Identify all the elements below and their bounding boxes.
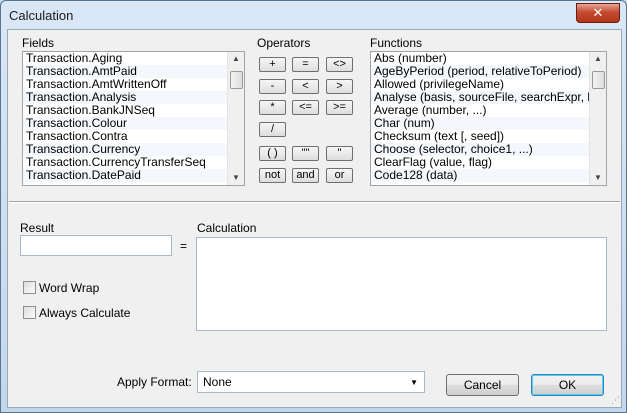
resize-grip-icon[interactable]: ⋰ — [608, 394, 620, 406]
operator-button[interactable]: <> — [326, 57, 353, 72]
word-wrap-label[interactable]: Word Wrap — [39, 281, 99, 295]
operator-button[interactable]: > — [326, 79, 353, 94]
dialog-title: Calculation — [9, 8, 74, 23]
functions-list-item[interactable]: Average (number, ...) — [371, 104, 589, 117]
functions-list-item[interactable]: Checksum (text [, seed]) — [371, 130, 589, 143]
operator-button[interactable]: - — [259, 79, 286, 94]
dialog-client-area: Fields Transaction.Aging Transaction.AmtP… — [7, 29, 622, 408]
scroll-thumb[interactable] — [230, 71, 243, 89]
operator-button[interactable]: / — [259, 122, 286, 137]
operator-button[interactable]: ( ) — [259, 146, 286, 161]
close-icon: ✕ — [592, 5, 604, 20]
operators-label: Operators — [257, 36, 311, 50]
fields-list-item[interactable]: Transaction.Aging — [23, 52, 227, 65]
operator-button[interactable]: not — [259, 168, 286, 183]
functions-label: Functions — [370, 36, 423, 50]
operator-button[interactable]: + — [259, 57, 286, 72]
calculation-label: Calculation — [197, 221, 257, 235]
scroll-thumb[interactable] — [592, 71, 605, 89]
scroll-up-arrow-icon[interactable]: ▲ — [590, 52, 606, 66]
scroll-up-arrow-icon[interactable]: ▲ — [228, 52, 244, 66]
word-wrap-checkbox[interactable] — [23, 281, 36, 294]
fields-list-item[interactable]: Transaction.AmtWrittenOff — [23, 78, 227, 91]
cancel-button[interactable]: Cancel — [446, 374, 519, 396]
scroll-down-arrow-icon[interactable]: ▼ — [228, 171, 244, 185]
fields-list-item[interactable]: Transaction.Colour — [23, 117, 227, 130]
equals-sign: = — [180, 239, 188, 253]
title-bar[interactable]: Calculation ✕ — [1, 1, 626, 29]
result-input[interactable] — [20, 235, 172, 256]
section-divider — [9, 201, 620, 203]
operator-button[interactable]: "" — [292, 146, 319, 161]
fields-rows: Transaction.Aging Transaction.AmtPaid Tran… — [23, 52, 227, 182]
close-button[interactable]: ✕ — [576, 3, 620, 23]
scroll-down-arrow-icon[interactable]: ▼ — [590, 171, 606, 185]
operator-button[interactable]: = — [292, 57, 319, 72]
fields-list-item[interactable]: Transaction.Contra — [23, 130, 227, 143]
operator-button[interactable]: * — [259, 100, 286, 115]
calculation-textarea[interactable] — [196, 237, 607, 331]
apply-format-select[interactable]: None ▼ — [197, 371, 425, 393]
chevron-down-icon: ▼ — [410, 378, 418, 387]
operator-button[interactable]: >= — [326, 100, 353, 115]
result-label: Result — [20, 221, 55, 235]
fields-scrollbar[interactable]: ▲ ▼ — [227, 52, 244, 185]
operator-button[interactable]: and — [292, 168, 319, 183]
operator-button[interactable]: <= — [292, 100, 319, 115]
fields-label: Fields — [22, 36, 55, 50]
operator-button[interactable]: " — [326, 146, 353, 161]
fields-list-item[interactable]: Transaction.Currency — [23, 143, 227, 156]
functions-rows: Abs (number) AgeByPeriod (period, relativ… — [371, 52, 589, 182]
fields-list-item[interactable]: Transaction.Analysis — [23, 91, 227, 104]
ok-button[interactable]: OK — [531, 374, 604, 396]
fields-list-item[interactable]: Transaction.CurrencyTransferSeq — [23, 156, 227, 169]
functions-list-item[interactable]: Analyse (basis, sourceFile, searchExpr, … — [371, 91, 589, 104]
apply-format-label: Apply Format: — [117, 375, 192, 389]
functions-list-item[interactable]: AgeByPeriod (period, relativeToPeriod) — [371, 65, 589, 78]
functions-scrollbar[interactable]: ▲ ▼ — [589, 52, 606, 185]
functions-list-item[interactable]: Code128 (data) — [371, 169, 589, 182]
apply-format-value: None — [203, 375, 232, 389]
fields-list-item[interactable]: Transaction.AmtPaid — [23, 65, 227, 78]
functions-list[interactable]: Abs (number) AgeByPeriod (period, relativ… — [370, 51, 607, 186]
calculation-dialog: Calculation ✕ Fields Transaction.Aging Tr… — [0, 0, 627, 413]
functions-list-item[interactable]: Char (num) — [371, 117, 589, 130]
fields-list[interactable]: Transaction.Aging Transaction.AmtPaid Tran… — [22, 51, 245, 186]
functions-list-item[interactable]: Allowed (privilegeName) — [371, 78, 589, 91]
always-calculate-label[interactable]: Always Calculate — [39, 306, 130, 320]
fields-list-item[interactable]: Transaction.DatePaid — [23, 169, 227, 182]
operator-button[interactable]: or — [326, 168, 353, 183]
operator-button[interactable]: < — [292, 79, 319, 94]
functions-list-item[interactable]: Choose (selector, choice1, ...) — [371, 143, 589, 156]
always-calculate-checkbox[interactable] — [23, 306, 36, 319]
functions-list-item[interactable]: ClearFlag (value, flag) — [371, 156, 589, 169]
fields-list-item[interactable]: Transaction.BankJNSeq — [23, 104, 227, 117]
functions-list-item[interactable]: Abs (number) — [371, 52, 589, 65]
